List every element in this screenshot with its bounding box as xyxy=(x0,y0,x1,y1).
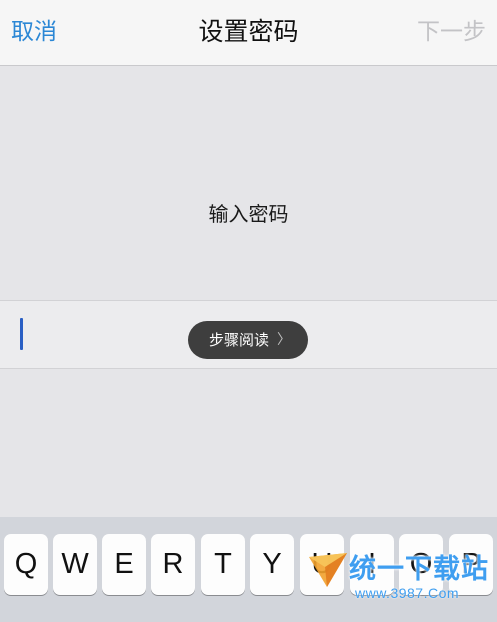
text-caret xyxy=(20,318,23,350)
key-p[interactable]: P xyxy=(449,534,493,595)
key-u[interactable]: U xyxy=(300,534,344,595)
next-step-button[interactable]: 下一步 xyxy=(417,15,486,49)
step-reading-label: 步骤阅读 xyxy=(209,331,270,349)
key-t[interactable]: T xyxy=(201,534,245,595)
navigation-bar: 取消 设置密码 下一步 xyxy=(0,0,497,66)
key-i[interactable]: I xyxy=(350,534,394,595)
key-o[interactable]: O xyxy=(399,534,443,595)
key-r[interactable]: R xyxy=(151,534,195,595)
chevron-right-icon: 〉 xyxy=(277,332,291,348)
key-e[interactable]: E xyxy=(102,534,146,595)
keyboard: Q W E R T Y U I O P xyxy=(0,517,497,622)
password-prompt: 输入密码 xyxy=(208,202,289,226)
key-y[interactable]: Y xyxy=(250,534,294,595)
screen: 取消 设置密码 下一步 输入密码 步骤阅读 〉 Q W E R T Y U I … xyxy=(0,0,497,622)
key-q[interactable]: Q xyxy=(4,534,48,595)
key-w[interactable]: W xyxy=(53,534,97,595)
step-reading-button[interactable]: 步骤阅读 〉 xyxy=(188,321,308,359)
